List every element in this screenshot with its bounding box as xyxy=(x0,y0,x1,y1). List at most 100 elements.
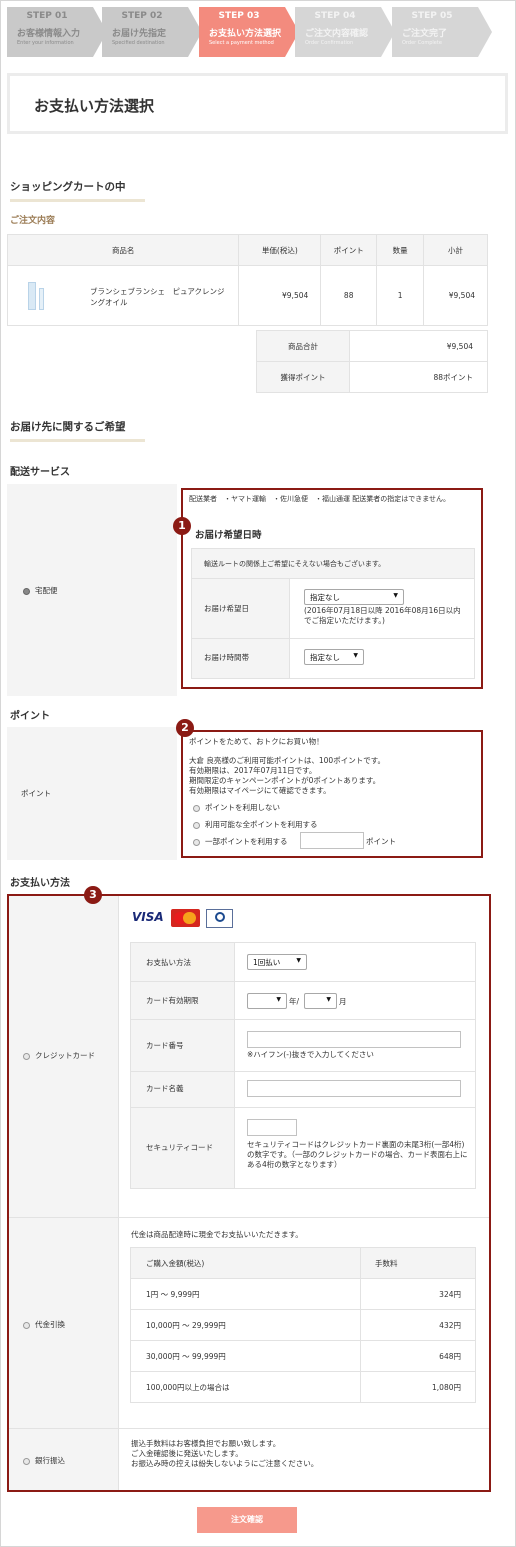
cod-fee: 1,080円 xyxy=(360,1371,476,1403)
year-unit: 年/ xyxy=(289,997,300,1006)
radio-button[interactable] xyxy=(193,821,200,829)
item-points: 88 xyxy=(320,265,378,326)
shipping-label-cell: 宅配便 xyxy=(7,484,177,696)
mastercard-icon xyxy=(171,909,200,927)
step-2: STEP 02 お届け先指定 Specified destination xyxy=(102,7,202,57)
points-row-label: ポイント xyxy=(21,789,51,798)
step-number: STEP 04 xyxy=(314,11,356,21)
step-subtitle: Order Complete xyxy=(402,40,442,46)
route-note: 輸送ルートの関係上ご希望にそえない場合もございます。 xyxy=(204,560,386,568)
badge-3: 3 xyxy=(84,886,102,904)
table-row: 10,000円 ～ 29,999円 432円 xyxy=(130,1309,476,1341)
highlight-box-2: ポイントをためて、おトクにお買い物！ 大倉 良亮様のご利用可能ポイントは、100… xyxy=(181,730,483,858)
pay-method-label: お支払い方法 xyxy=(146,958,191,967)
payment-option-bank[interactable]: 銀行振込 xyxy=(23,1455,65,1466)
card-holder-label: カード名義 xyxy=(146,1084,184,1093)
shipping-option[interactable]: 宅配便 xyxy=(23,585,58,596)
bank-note-fee: 振込手数料はお客様負担でお願い致します。 xyxy=(131,1439,281,1448)
payment-option-credit[interactable]: クレジットカード xyxy=(23,1050,95,1061)
radio-selected[interactable] xyxy=(23,587,30,595)
highlight-box-1: 配送業者 ・ヤマト運輸 ・佐川急便 ・福山通運 配送業者の指定はできません。 お… xyxy=(181,488,483,689)
expiry-month-select[interactable]: ▼ xyxy=(304,993,337,1009)
bank-note-receipt: お振込み時の控えは紛失しないようにご注意ください。 xyxy=(131,1459,319,1468)
col-fee: 手数料 xyxy=(360,1247,476,1279)
security-code-input[interactable] xyxy=(247,1119,297,1136)
bank-note: 振込手数料はお客様負担でお願い致します。 ご入金確認後に発送いたします。 お振込… xyxy=(131,1439,318,1469)
page-title-box: お支払い方法選択 xyxy=(7,73,508,134)
col-purchase-amount: ご購入金額(税込) xyxy=(130,1247,361,1279)
card-holder-input[interactable] xyxy=(247,1080,461,1097)
radio-button[interactable] xyxy=(193,804,200,812)
cod-note: 代金は商品配達時に現金でお支払いいただきます。 xyxy=(131,1230,303,1239)
points-unit: ポイント xyxy=(366,837,396,846)
order-confirm-button[interactable]: 注文確認 xyxy=(197,1507,297,1533)
card-number-input[interactable] xyxy=(247,1031,461,1048)
radio-button[interactable] xyxy=(193,838,200,846)
points-expiry: 有効期限は、2017年07月11日です。 xyxy=(189,766,317,775)
total-label: 商品合計 xyxy=(256,330,350,362)
visa-icon: VISA xyxy=(132,910,164,924)
highlight-box-3: クレジットカード VISA お支払い方法 1回払い ▼ カード有効期限 ▼ 年/ … xyxy=(7,894,491,1492)
points-available: 大倉 良亮様のご利用可能ポイントは、100ポイントです。 xyxy=(189,756,385,765)
installment-select[interactable]: 1回払い ▼ xyxy=(247,954,307,970)
step-3-current: STEP 03 お支払い方法選択 Select a payment method xyxy=(199,7,299,57)
diners-club-icon xyxy=(206,909,233,928)
col-points: ポイント xyxy=(320,234,378,266)
col-qty: 数量 xyxy=(376,234,425,266)
delivery-date-select[interactable]: 指定なし ▼ xyxy=(304,589,404,605)
credit-card-label: クレジットカード xyxy=(35,1051,95,1060)
step-subtitle: Order Confirmation xyxy=(305,40,354,46)
points-option-none[interactable]: ポイントを利用しない xyxy=(193,802,280,813)
carrier-note: 配送業者 ・ヤマト運輸 ・佐川急便 ・福山通運 配送業者の指定はできません。 xyxy=(189,495,451,503)
installment-value: 1回払い xyxy=(253,958,281,967)
delivery-date-table: 輸送ルートの関係上ご希望にそえない場合もございます。 お届け希望日 指定なし ▼ … xyxy=(191,548,475,679)
delivery-heading: お届け先に関するご希望 xyxy=(10,419,145,442)
points-option-all-label: 利用可能な全ポイントを利用する xyxy=(205,820,318,829)
step-number: STEP 05 xyxy=(411,11,453,21)
shipping-option-label: 宅配便 xyxy=(35,586,58,595)
step-number: STEP 01 xyxy=(26,11,68,21)
page-title: お支払い方法選択 xyxy=(34,97,155,115)
step-title: お支払い方法選択 xyxy=(209,29,282,39)
cart-heading: ショッピングカートの中 xyxy=(10,179,145,202)
step-subtitle: Enter your information xyxy=(17,40,74,46)
points-label-cell: ポイント xyxy=(7,727,177,860)
product-image[interactable] xyxy=(28,282,36,310)
col-subtotal: 小計 xyxy=(423,234,488,266)
bank-transfer-label: 銀行振込 xyxy=(35,1456,65,1465)
expiry-year-select[interactable]: ▼ xyxy=(247,993,287,1009)
points-info: 大倉 良亮様のご利用可能ポイントは、100ポイントです。 有効期限は、2017年… xyxy=(189,756,385,796)
points-amount-input[interactable] xyxy=(300,832,364,849)
radio-button[interactable] xyxy=(23,1457,30,1465)
points-intro: ポイントをためて、おトクにお買い物！ xyxy=(189,737,324,746)
points-option-all[interactable]: 利用可能な全ポイントを利用する xyxy=(193,819,318,830)
cart-totals: 商品合計 ¥9,504 獲得ポイント 88ポイント xyxy=(256,330,488,393)
earned-points-label: 獲得ポイント xyxy=(256,361,350,393)
item-qty: 1 xyxy=(376,265,425,326)
table-row: 1円 ～ 9,999円 324円 xyxy=(130,1278,476,1310)
security-code-note: セキュリティコードはクレジットカード裏面の末尾3桁(一部4桁)の数字です。（一部… xyxy=(247,1140,468,1169)
step-subtitle: Specified destination xyxy=(112,40,165,46)
security-code-label: セキュリティコード xyxy=(146,1143,214,1152)
cod-range: 1円 ～ 9,999円 xyxy=(130,1278,361,1310)
step-title: お届け先指定 xyxy=(112,29,167,39)
order-contents-heading: ご注文内容 xyxy=(10,216,56,226)
delivery-time-select[interactable]: 指定なし ▼ xyxy=(304,649,364,665)
step-subtitle: Select a payment method xyxy=(209,40,274,46)
cod-label: 代金引換 xyxy=(35,1320,65,1329)
delivery-date-heading: お届け希望日時 xyxy=(195,530,262,541)
campaign-points: 期間限定のキャンペーンポイントが0ポイントあります。 xyxy=(189,776,381,785)
table-row: ブランシェブランシェ ピュアクレンジングオイル ¥9,504 88 1 ¥9,5… xyxy=(6,265,488,326)
radio-button[interactable] xyxy=(23,1052,30,1060)
points-option-partial-label: 一部ポイントを利用する xyxy=(205,837,288,846)
radio-button[interactable] xyxy=(23,1321,30,1329)
delivery-time-label: お届け時間帯 xyxy=(204,653,249,662)
dropdown-arrow-icon: ▼ xyxy=(296,957,301,964)
product-name[interactable]: ブランシェブランシェ ピュアクレンジングオイル xyxy=(90,286,230,308)
points-option-none-label: ポイントを利用しない xyxy=(205,803,280,812)
payment-option-cod[interactable]: 代金引換 xyxy=(23,1319,65,1330)
points-option-partial[interactable]: 一部ポイントを利用する xyxy=(193,836,288,847)
badge-1: 1 xyxy=(173,517,191,535)
dropdown-arrow-icon: ▼ xyxy=(353,652,358,659)
step-5: STEP 05 ご注文完了 Order Complete xyxy=(392,7,492,57)
